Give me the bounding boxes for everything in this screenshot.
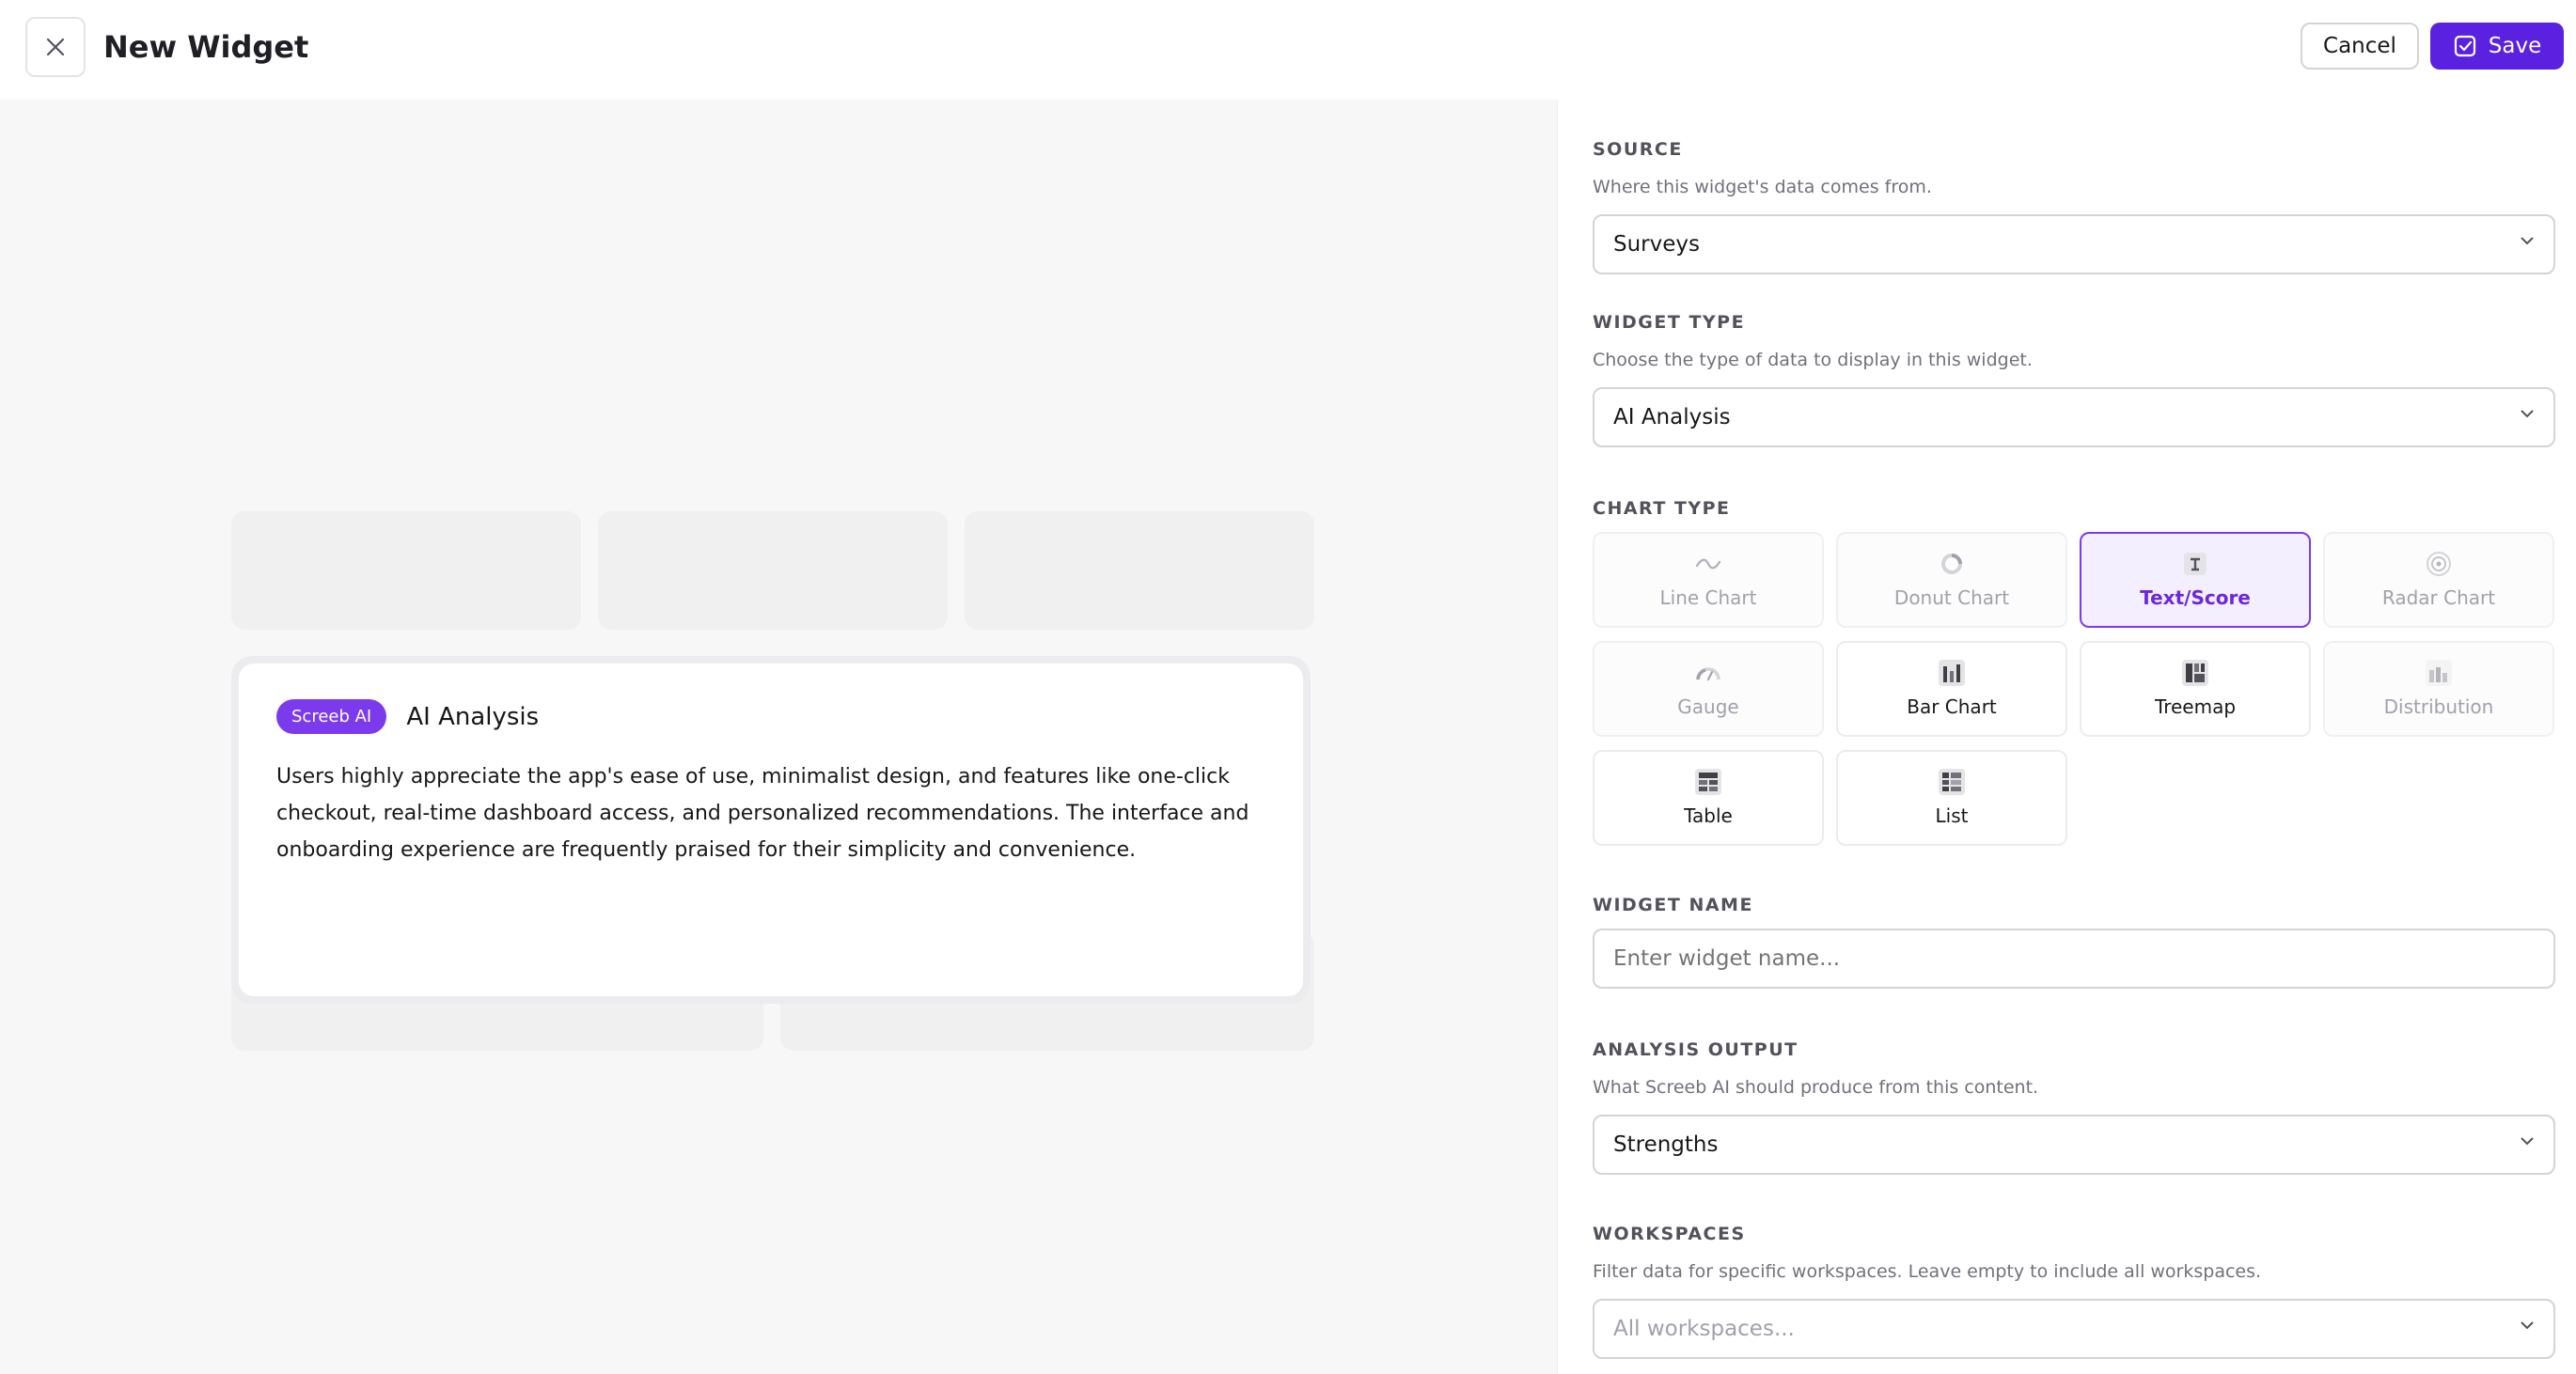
distribution-icon (2426, 660, 2452, 686)
preview-widget-title: AI Analysis (406, 702, 540, 731)
source-select[interactable]: Surveys (1593, 214, 2555, 274)
treemap-icon (2182, 660, 2208, 686)
chart-type-label: Bar Chart (1907, 695, 1997, 718)
widget-type-help: Choose the type of data to display in th… (1593, 350, 2033, 370)
chart-type-label: Distribution (2383, 695, 2494, 718)
chevron-down-icon (2521, 1321, 2534, 1330)
workspaces-select[interactable]: All workspaces... (1593, 1299, 2555, 1359)
preview-widget-card: Screeb AI AI Analysis Users highly appre… (231, 656, 1311, 1004)
widget-name-field[interactable] (1593, 929, 2555, 989)
chart-type-donut-chart[interactable]: Donut Chart (1836, 532, 2067, 628)
chart-type-distribution[interactable]: Distribution (2323, 641, 2554, 737)
close-icon (46, 38, 65, 56)
analysis-output-select[interactable]: Strengths (1593, 1115, 2555, 1175)
chart-type-radar-chart[interactable]: Radar Chart (2323, 532, 2554, 628)
chevron-down-icon (2521, 410, 2534, 418)
analysis-output-value: Strengths (1613, 1132, 1719, 1157)
preview-analysis-text: Users highly appreciate the app's ease o… (276, 765, 1249, 862)
chevron-down-icon (2521, 237, 2534, 245)
chart-type-label: Treemap (2154, 695, 2237, 718)
save-check-icon (2454, 35, 2475, 57)
save-button[interactable]: Save (2430, 23, 2564, 70)
chart-type-label: CHART TYPE (1593, 498, 1731, 519)
widget-type-select[interactable]: AI Analysis (1593, 387, 2555, 447)
chart-type-list[interactable]: List (1836, 750, 2067, 846)
chart-type-label: Table (1684, 804, 1733, 827)
chart-type-label: Donut Chart (1893, 586, 2010, 609)
workspaces-placeholder: All workspaces... (1613, 1317, 1795, 1341)
chart-type-label: Line Chart (1659, 586, 1757, 609)
close-button[interactable] (25, 17, 86, 77)
widget-name-label: WIDGET NAME (1593, 895, 1753, 915)
widget-type-value: AI Analysis (1613, 405, 1731, 429)
bar-chart-icon (1939, 660, 1965, 686)
top-bar: New Widget Cancel Save (0, 0, 2576, 100)
placeholder-widget (598, 511, 948, 630)
workspaces-label: WORKSPACES (1593, 1224, 1746, 1244)
source-value: Surveys (1613, 232, 1700, 257)
placeholder-widget (231, 511, 581, 630)
chart-type-bar-chart[interactable]: Bar Chart (1836, 641, 2067, 737)
gauge-icon (1696, 667, 1720, 681)
list-icon (1939, 769, 1965, 795)
table-icon (1695, 769, 1721, 795)
page-title: New Widget (103, 29, 309, 65)
analysis-output-help: What Screeb AI should produce from this … (1593, 1077, 2039, 1098)
cancel-button[interactable]: Cancel (2301, 23, 2419, 70)
source-help: Where this widget's data comes from. (1593, 177, 1932, 197)
chart-type-table[interactable]: Table (1593, 750, 1824, 846)
chart-type-gauge[interactable]: Gauge (1593, 641, 1824, 737)
source-label: SOURCE (1593, 139, 1683, 160)
chart-type-label: Gauge (1677, 695, 1739, 718)
chart-type-text-score[interactable]: Text/Score (2080, 532, 2311, 628)
workspaces-help: Filter data for specific workspaces. Lea… (1593, 1261, 2262, 1282)
widget-name-input[interactable] (1594, 930, 2553, 987)
placeholder-widget (965, 511, 1314, 630)
text-score-icon (2184, 553, 2207, 575)
chart-type-label: List (1935, 804, 1969, 827)
screeb-ai-badge: Screeb AI (276, 699, 387, 734)
widget-preview-area: Screeb AI AI Analysis Users highly appre… (0, 100, 1557, 1374)
line-chart-icon (1695, 558, 1721, 570)
analysis-output-label: ANALYSIS OUTPUT (1593, 1039, 1798, 1060)
save-label: Save (2488, 34, 2542, 58)
widget-settings-panel: SOURCE Where this widget's data comes fr… (1557, 100, 2576, 1374)
chart-type-label: Radar Chart (2381, 586, 2496, 609)
widget-type-label: WIDGET TYPE (1593, 312, 1746, 333)
chevron-down-icon (2521, 1137, 2534, 1146)
donut-chart-icon (1941, 554, 1962, 574)
chart-type-line-chart[interactable]: Line Chart (1593, 532, 1824, 628)
chart-type-label: Text/Score (2140, 586, 2251, 609)
radar-chart-icon (2427, 552, 2451, 576)
chart-type-treemap[interactable]: Treemap (2080, 641, 2311, 737)
